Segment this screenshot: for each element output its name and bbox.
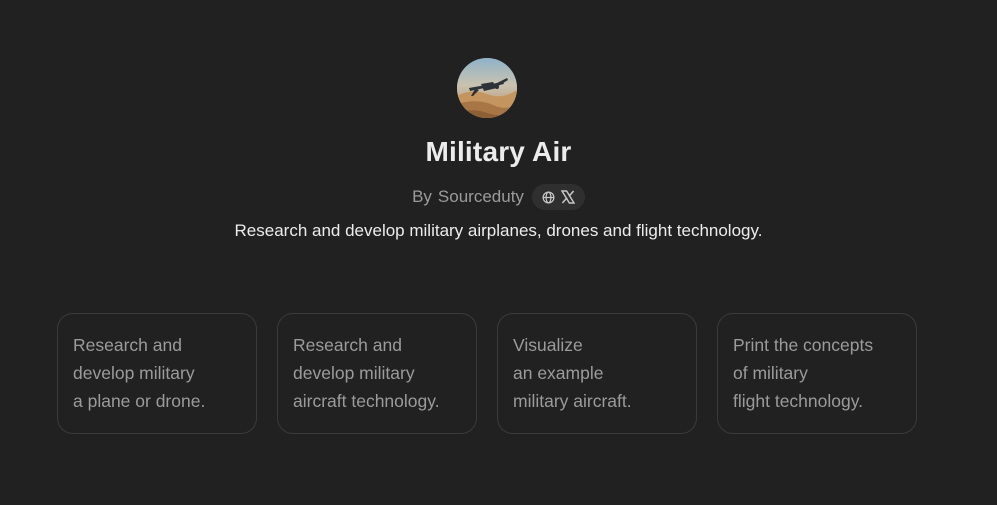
starter-line: military aircraft. (513, 391, 632, 411)
starter-line: Print the concepts (733, 335, 874, 355)
starter-card-1[interactable]: Research and develop military a plane or… (57, 313, 257, 434)
globe-icon[interactable] (542, 191, 555, 204)
author-byline: By Sourceduty (0, 184, 997, 210)
author-prefix: By (412, 187, 432, 206)
starter-line: develop military (73, 363, 195, 383)
gpt-title: Military Air (425, 136, 572, 167)
starter-card-2[interactable]: Research and develop military aircraft t… (277, 313, 477, 434)
starter-line: Visualize (513, 335, 583, 355)
drone-avatar-image (457, 58, 517, 118)
starter-line: Research and (293, 335, 402, 355)
conversation-starters: Research and develop military a plane or… (57, 313, 917, 434)
starter-line: flight technology. (733, 391, 864, 411)
starter-line: of military (733, 363, 808, 383)
starter-card-3[interactable]: Visualize an example military aircraft. (497, 313, 697, 434)
starter-line: develop military (293, 363, 415, 383)
starter-line: a plane or drone. (73, 391, 206, 411)
starter-line: Research and (73, 335, 182, 355)
gpt-avatar (457, 58, 517, 118)
starter-card-4[interactable]: Print the concepts of military flight te… (717, 313, 917, 434)
starter-line: aircraft technology. (293, 391, 440, 411)
author-name: Sourceduty (437, 187, 524, 206)
social-links (531, 184, 585, 210)
x-icon[interactable] (560, 190, 575, 204)
starter-line: an example (513, 363, 604, 383)
gpt-description: Research and develop military airplanes,… (234, 221, 763, 240)
